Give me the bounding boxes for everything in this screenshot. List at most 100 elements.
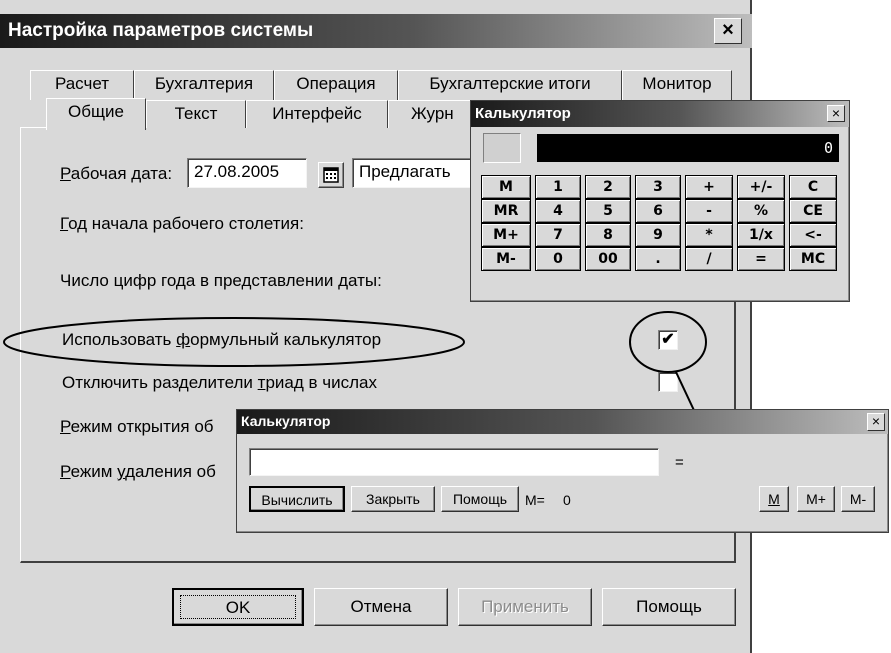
calc-key[interactable]: 4 [535,199,581,223]
tab-label: Бухгалтерия [154,74,254,93]
calc-key[interactable]: 8 [585,223,631,247]
formula-help-button-label: Помощь [452,491,508,507]
dialog-titlebar: Настройка параметров системы × [0,14,752,48]
tab-buhgalteriya[interactable]: Бухгалтерия [134,70,274,100]
calc-key[interactable]: 9 [635,223,681,247]
compute-button[interactable]: Вычислить [249,486,345,512]
memory-value: 0 [563,492,571,508]
year-digits-label: Число цифр года в представлении даты: [60,271,382,290]
formula-close-button-label: Закрыть [366,491,420,507]
work-date-value: 27.08.2005 [194,162,280,181]
cancel-button-label: Отмена [350,597,412,616]
calc-title: Калькулятор [475,105,571,122]
calc-key[interactable]: 5 [585,199,631,223]
calc-key[interactable]: <- [789,223,837,247]
calc-key[interactable]: / [685,247,733,271]
formula-calculator-window: Калькулятор × = Вычислить Закрыть Помощь… [236,409,889,533]
memory-plus-label: M+ [806,491,826,507]
compute-button-label: Вычислить [261,492,333,508]
memory-store-button[interactable]: M [759,486,789,512]
dialog-close-button[interactable]: × [714,18,742,44]
calc-key[interactable]: . [635,247,681,271]
calc-key[interactable]: +/- [737,175,785,199]
tab-label: Текст [174,104,218,123]
disable-triads-checkbox[interactable] [658,372,678,392]
calc-key[interactable]: MR [481,199,531,223]
calc-key[interactable]: MC [789,247,837,271]
delete-mode-label: Режим удаления об [60,462,216,481]
calc-key[interactable]: 3 [635,175,681,199]
memory-minus-label: M- [849,491,867,507]
calc-key[interactable]: = [737,247,785,271]
use-formula-calc-checkbox[interactable]: ✔ [658,330,678,350]
tab-monitor[interactable]: Монитор [622,70,732,100]
memory-store-label: M [768,491,780,507]
calc-key[interactable]: 00 [585,247,631,271]
calc-key[interactable]: M- [481,247,531,271]
calendar-icon [323,167,339,183]
ok-button[interactable]: OK [172,588,304,626]
tab-obshchie[interactable]: Общие [46,98,146,130]
formula-input[interactable] [249,448,659,476]
tab-buh-itogi[interactable]: Бухгалтерские итоги [398,70,622,100]
tab-interfeis[interactable]: Интерфейс [246,100,388,128]
formula-equals-sign: = [675,454,684,471]
memory-label: M= [525,492,545,508]
calc-key[interactable]: * [685,223,733,247]
century-label: Год начала рабочего столетия: [60,214,304,233]
tab-tekst[interactable]: Текст [146,100,246,128]
calc-key[interactable]: M [481,175,531,199]
apply-button[interactable]: Применить [458,588,592,626]
tab-label: Бухгалтерские итоги [429,74,591,93]
use-formula-calc-label: Использовать формульный калькулятор [62,330,382,349]
calc-key[interactable]: - [685,199,733,223]
calc-key[interactable]: 6 [635,199,681,223]
calc-titlebar: Калькулятор × [471,101,849,127]
formula-calc-title: Калькулятор [241,413,331,429]
calc-key[interactable]: 2 [585,175,631,199]
calc-display: 0 [537,134,839,162]
calc-key[interactable]: C [789,175,837,199]
tab-label: Общие [68,102,124,121]
calc-key[interactable]: 7 [535,223,581,247]
help-button[interactable]: Помощь [602,588,736,626]
tab-label: Журн [411,104,454,123]
calc-key[interactable]: 0 [535,247,581,271]
apply-button-label: Применить [481,597,569,616]
tab-label: Операция [296,74,376,93]
calc-key[interactable]: 1 [535,175,581,199]
formula-close-button[interactable]: Закрыть [351,486,435,512]
calc-key[interactable]: M+ [481,223,531,247]
formula-help-button[interactable]: Помощь [441,486,519,512]
formula-calc-close-button[interactable]: × [867,413,885,431]
work-date-input[interactable]: 27.08.2005 [187,158,307,188]
tab-label: Монитор [642,74,712,93]
calc-key[interactable]: CE [789,199,837,223]
close-icon: × [871,413,881,429]
checkmark-icon: ✔ [661,331,675,348]
calc-memory-indicator [483,133,521,163]
formula-calc-titlebar: Калькулятор × [237,410,888,434]
work-date-mode-combo[interactable]: Предлагать [352,158,482,188]
calc-display-value: 0 [823,139,833,157]
dialog-title: Настройка параметров системы [8,20,314,41]
tab-label: Интерфейс [272,104,362,123]
calendar-button[interactable] [318,162,344,188]
tab-label: Расчет [54,74,110,93]
calc-key[interactable]: 1/x [737,223,785,247]
settings-dialog: Настройка параметров системы × Расчет Бу… [0,0,752,653]
calc-key[interactable]: % [737,199,785,223]
help-button-label: Помощь [636,597,702,616]
keypad-calculator-window: Калькулятор × 0 M 1 2 3 + +/- C MR 4 5 6-% CE M+ 7 8 9 *… [470,100,850,302]
close-icon: × [722,19,734,41]
memory-plus-button[interactable]: M+ [797,486,835,512]
ok-button-label: OK [180,595,296,619]
tab-raschet[interactable]: Расчет [30,70,134,100]
tab-operaciya[interactable]: Операция [274,70,398,100]
memory-minus-button[interactable]: M- [841,486,875,512]
calc-key[interactable]: + [685,175,733,199]
disable-triads-label: Отключить разделители триад в числах [62,373,377,392]
calc-close-button[interactable]: × [827,105,845,122]
cancel-button[interactable]: Отмена [314,588,448,626]
work-date-mode-value: Предлагать [359,162,451,181]
